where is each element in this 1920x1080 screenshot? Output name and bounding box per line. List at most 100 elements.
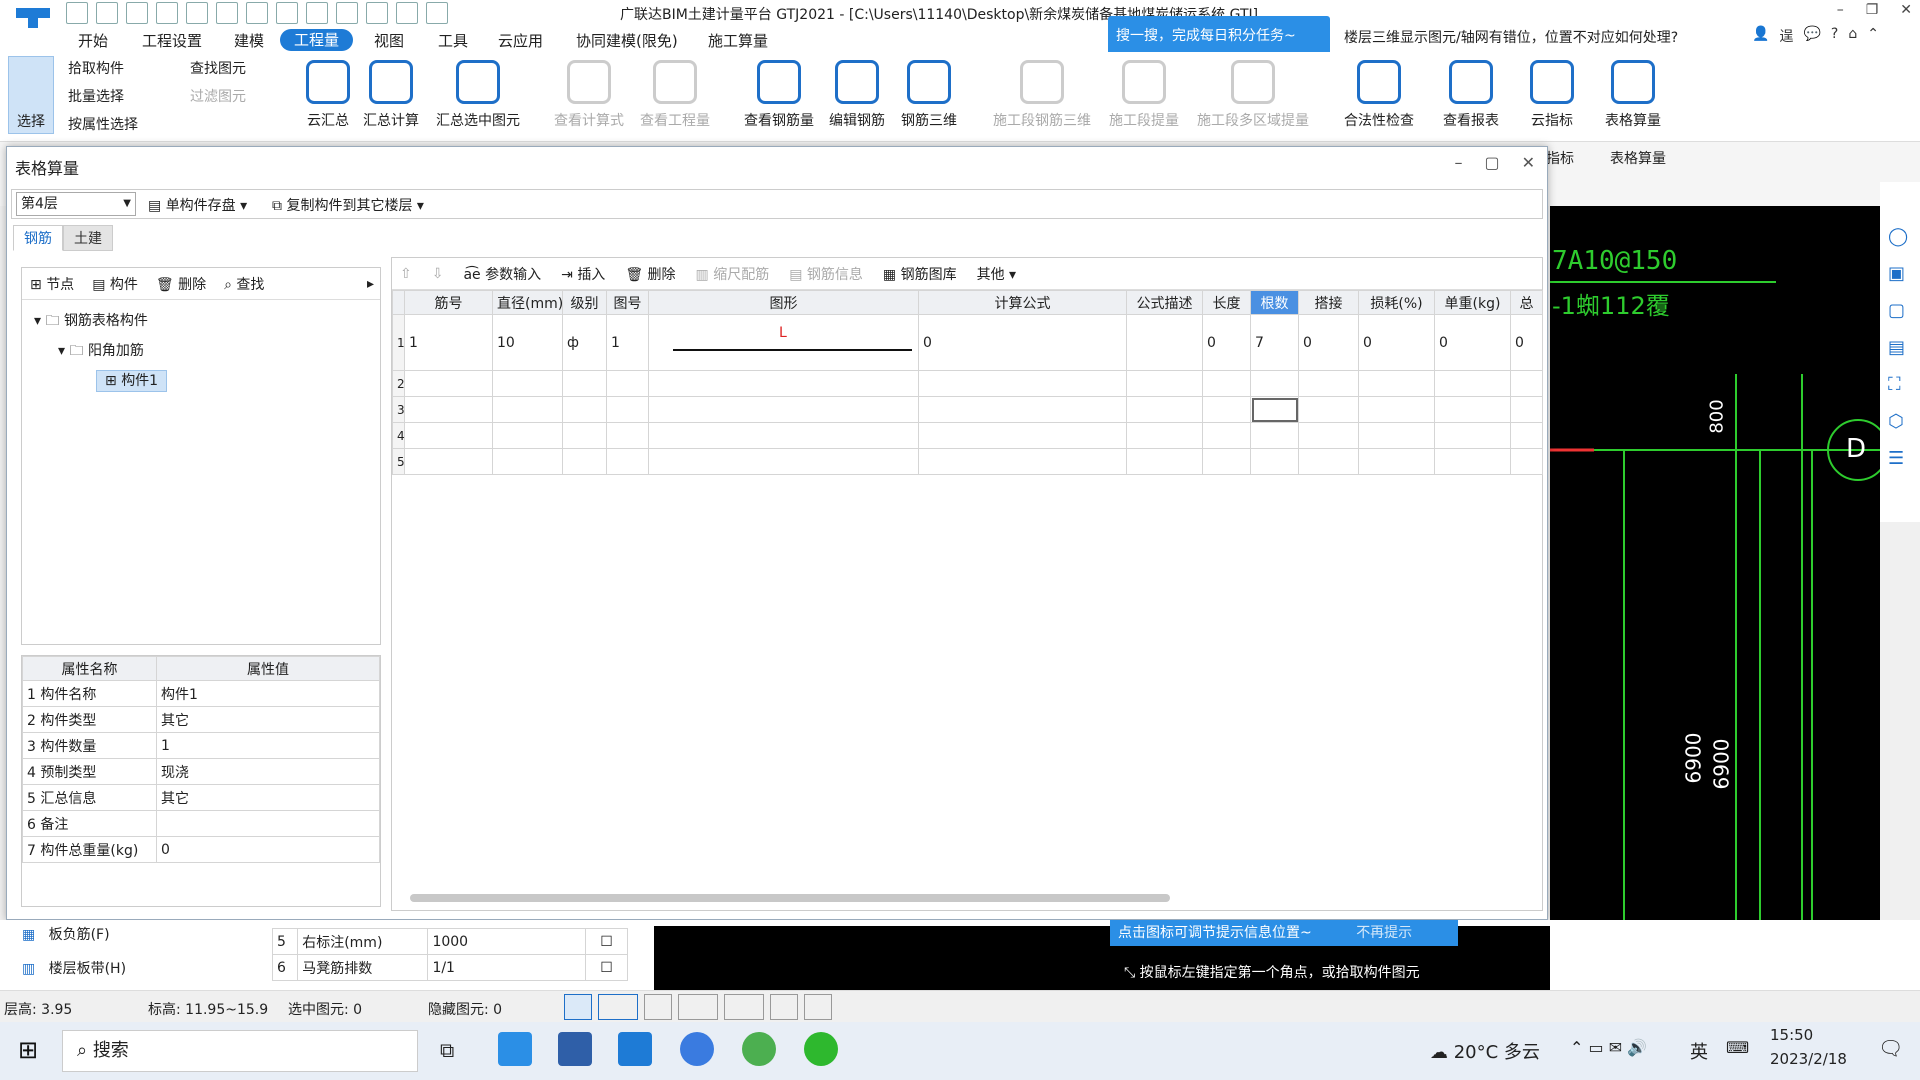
left-item-slab-neg[interactable]: ▦ 板负筋(F) [22, 924, 110, 944]
floor-select[interactable]: 第4层 ▼ [16, 192, 136, 216]
bottom-row-checkbox[interactable]: ☐ [584, 928, 629, 955]
batch-select-button[interactable]: 批量选择 [68, 86, 124, 106]
table-row[interactable]: 3 [392, 396, 1543, 423]
chat-icon[interactable]: 💬 [1803, 26, 1820, 46]
add-component-button[interactable]: ▤ 构件 [92, 274, 138, 294]
summary-calc-button[interactable]: 汇总计算 [358, 60, 424, 130]
clock-date[interactable]: 2023/2/18 [1770, 1050, 1847, 1068]
grid-cell-formula[interactable] [918, 422, 1127, 449]
grid-cell-shape_label[interactable] [648, 396, 919, 423]
help-icon[interactable]: ? [1831, 26, 1838, 46]
grid-cell-desc[interactable] [1126, 314, 1203, 371]
angle-icon[interactable] [678, 994, 718, 1020]
cube-icon[interactable]: ▢ [1888, 300, 1912, 321]
props-icon[interactable]: ☰ [1888, 448, 1912, 469]
grid-header-12[interactable]: 总 [1510, 290, 1543, 315]
display-icon[interactable] [770, 994, 798, 1020]
grid-cell-formula[interactable]: 0 [918, 314, 1127, 371]
grid-cell-formula[interactable] [918, 370, 1127, 397]
scale-rebar-button[interactable]: ▥ 缩尺配筋 [696, 264, 770, 284]
taskbar-search-box[interactable]: ⌕ 搜索 [62, 1030, 418, 1072]
ortho-icon[interactable] [564, 994, 592, 1020]
grid-cell-lap[interactable] [1298, 396, 1359, 423]
app-icon-browser[interactable] [680, 1032, 714, 1066]
rebar-3d-button[interactable]: 钢筋三维 [896, 60, 962, 130]
bottom-row-value[interactable]: 1000 [427, 928, 586, 955]
user-avatar-icon[interactable]: 👤 [1752, 26, 1769, 46]
pick-element-button[interactable]: 拾取构件 [68, 58, 124, 78]
edit-rebar-button[interactable]: 编辑钢筋 [824, 60, 890, 130]
grid-cell-fig[interactable] [606, 422, 649, 449]
find-element-button[interactable]: 查找图元 [190, 58, 246, 78]
prop-value[interactable]: 其它 [156, 784, 380, 811]
windows-start-icon[interactable]: ⊞ [18, 1036, 38, 1064]
settings-cube-icon[interactable]: ⬡ [1888, 411, 1912, 432]
grid-header-1[interactable]: 直径(mm) [492, 290, 563, 315]
menu-cloud[interactable]: 云应用 [498, 30, 543, 51]
prop-row[interactable]: 2 构件类型 其它 [22, 706, 380, 733]
grid-cell-dia[interactable] [492, 396, 563, 423]
bottom-row-checkbox[interactable]: ☐ [584, 954, 629, 981]
grid-header-11[interactable]: 单重(kg) [1434, 290, 1511, 315]
grid-header-7[interactable]: 长度 [1202, 290, 1251, 315]
grid-cell-unit[interactable] [1434, 396, 1511, 423]
dont-show-again-link[interactable]: 不再提示 [1356, 925, 1412, 941]
select-by-attr-button[interactable]: 按属性选择 [68, 114, 138, 134]
dialog-maximize-icon[interactable]: ▢ [1484, 153, 1499, 172]
grid-cell-shape_label[interactable] [648, 422, 919, 449]
grid-cell-fig[interactable]: 1 [606, 314, 649, 371]
grid-cell-fig[interactable] [606, 370, 649, 397]
grid-cell-desc[interactable] [1126, 396, 1203, 423]
param-input-button[interactable]: a͡e 参数输入 [463, 264, 541, 284]
app-icon-cad[interactable] [558, 1032, 592, 1066]
grid-cell-grade[interactable] [562, 370, 607, 397]
table-quantity-button[interactable]: 表格算量 [1598, 60, 1668, 130]
tab-civil[interactable]: 土建 [63, 225, 113, 251]
grid-cell-len[interactable] [1202, 370, 1251, 397]
notification-bubble[interactable]: 搜一搜，完成每日积分任务~ [1108, 16, 1330, 56]
grid-cell-jin[interactable] [404, 422, 493, 449]
rebar-shape-cell[interactable]: L [648, 314, 919, 371]
menu-construction[interactable]: 施工算量 [708, 30, 768, 51]
cloud-summary-button[interactable]: 云汇总 [300, 60, 356, 130]
table-row[interactable]: 4 [392, 422, 1543, 449]
prop-value[interactable]: 其它 [156, 706, 380, 733]
grid-cell-dia[interactable] [492, 448, 563, 475]
grid-cell-fig[interactable] [606, 448, 649, 475]
grid-header-10[interactable]: 损耗(%) [1358, 290, 1435, 315]
menu-project-settings[interactable]: 工程设置 [142, 30, 202, 51]
view-3d-icon[interactable]: ▣ [1888, 263, 1912, 284]
stage-multi-area-button[interactable]: 施工段多区域提量 [1190, 60, 1316, 130]
move-up-icon[interactable]: ⇧ [400, 266, 412, 282]
grid-cell-unit[interactable]: 0 [1434, 314, 1511, 371]
stage-quantity-button[interactable]: 施工段提量 [1104, 60, 1184, 130]
prop-value[interactable]: 构件1 [156, 680, 380, 707]
table-icon[interactable] [276, 2, 298, 24]
collapse-ribbon-icon[interactable]: ⌃ [1867, 26, 1879, 46]
bottom-prop-row[interactable]: 6 马凳筋排数 1/1 ☐ [271, 954, 629, 981]
copy-icon[interactable] [426, 2, 448, 24]
delete-button[interactable]: 🗑 删除 [156, 274, 206, 294]
edit-icon[interactable] [366, 2, 388, 24]
fullscreen-icon[interactable]: ⛶ [1888, 374, 1912, 395]
grid-cell-len[interactable] [1202, 422, 1251, 449]
prop-value[interactable]: 1 [156, 732, 380, 759]
grid-header-5[interactable]: 计算公式 [918, 290, 1127, 315]
app-icon-ie[interactable] [742, 1032, 776, 1066]
grid-cell-total[interactable] [1510, 448, 1543, 475]
grid-cell-loss[interactable] [1358, 396, 1435, 423]
grid-cell-total[interactable]: 0 [1510, 314, 1543, 371]
save-icon[interactable] [156, 2, 178, 24]
cross-icon[interactable] [644, 994, 672, 1020]
grid-cell-shape_label[interactable] [648, 370, 919, 397]
grid-cell-fig[interactable] [606, 396, 649, 423]
dialog-minimize-icon[interactable]: – [1454, 153, 1462, 172]
view-formula-button[interactable]: 查看计算式 [548, 60, 630, 130]
grid-cell-loss[interactable] [1358, 422, 1435, 449]
layer-cube-icon[interactable]: ▤ [1888, 337, 1912, 358]
redo-icon[interactable] [216, 2, 238, 24]
prop-row[interactable]: 6 备注 [22, 810, 380, 837]
grid-cell-dia[interactable] [492, 422, 563, 449]
expand-icon[interactable]: ▸ [367, 276, 374, 292]
minimize-icon[interactable]: – [1837, 2, 1844, 18]
